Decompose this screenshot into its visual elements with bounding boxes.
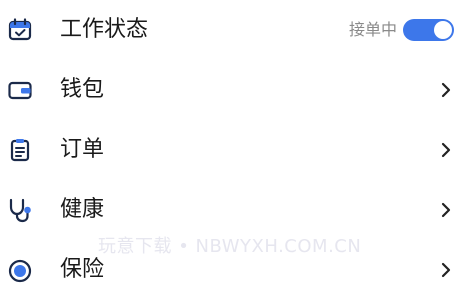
- menu-item-health[interactable]: 健康: [0, 180, 457, 240]
- shield-icon: [7, 257, 33, 283]
- chevron-right-icon: [439, 81, 453, 99]
- stethoscope-icon: [7, 197, 33, 223]
- status-label: 接单中: [348, 20, 397, 39]
- menu-item-work-status[interactable]: 工作状态 接单中: [0, 0, 457, 60]
- menu-item-label: 保险: [60, 257, 105, 282]
- menu-item-label: 钱包: [60, 77, 105, 102]
- menu-item-label: 订单: [60, 137, 105, 162]
- menu-item-orders[interactable]: 订单: [0, 120, 457, 180]
- chevron-right-icon: [439, 261, 453, 279]
- chevron-right-icon: [439, 141, 453, 159]
- menu-item-label: 工作状态: [60, 17, 149, 42]
- order-list-icon: [7, 137, 33, 163]
- wallet-icon: [7, 77, 33, 103]
- menu-item-wallet[interactable]: 钱包: [0, 60, 457, 120]
- toggle-knob: [434, 21, 452, 39]
- watermark-text: 玩意下载 • NBWYXH.COM.CN: [98, 236, 362, 257]
- work-status-toggle[interactable]: [403, 19, 454, 41]
- chevron-right-icon: [439, 201, 453, 219]
- menu-item-label: 健康: [60, 197, 105, 222]
- calendar-check-icon: [7, 17, 33, 43]
